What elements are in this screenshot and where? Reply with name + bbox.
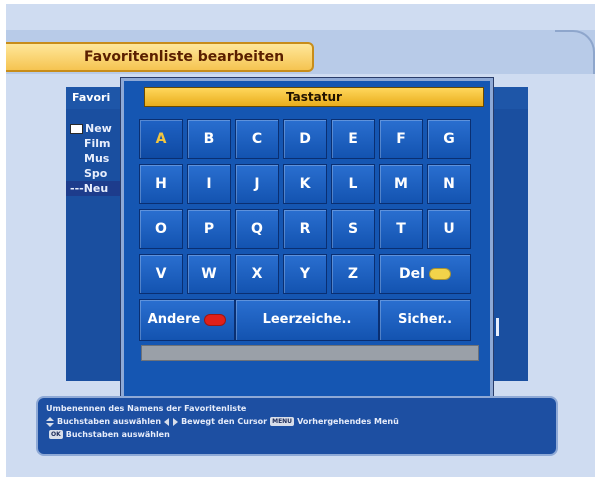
key-i[interactable]: I <box>187 164 231 204</box>
key-g[interactable]: G <box>427 119 471 159</box>
header-curve <box>555 30 595 74</box>
name-input-field[interactable] <box>141 345 479 361</box>
help-ok-action: Buchstaben auswählen <box>65 430 170 439</box>
keyboard-title: Tastatur <box>144 87 484 107</box>
key-s[interactable]: S <box>331 209 375 249</box>
other-chars-button[interactable]: Andere <box>139 299 235 341</box>
keyboard-dialog: Tastatur A B C D E F G H I J K L M N O P… <box>121 78 493 400</box>
menu-key-icon: MENU <box>270 417 295 426</box>
save-button[interactable]: Sicher.. <box>379 299 471 341</box>
key-n[interactable]: N <box>427 164 471 204</box>
ok-key-icon: OK <box>49 430 63 439</box>
key-h[interactable]: H <box>139 164 183 204</box>
key-e[interactable]: E <box>331 119 375 159</box>
key-z[interactable]: Z <box>331 254 375 294</box>
key-p[interactable]: P <box>187 209 231 249</box>
keyboard-action-row: Andere Leerzeiche.. Sicher.. <box>139 299 475 341</box>
key-b[interactable]: B <box>187 119 231 159</box>
menu-title: Favoritenliste bearbeiten <box>6 42 314 72</box>
key-k[interactable]: K <box>283 164 327 204</box>
key-r[interactable]: R <box>283 209 327 249</box>
key-q[interactable]: Q <box>235 209 279 249</box>
help-line-navigation: Buchstaben auswählen Bewegt den Cursor ME… <box>46 415 548 428</box>
key-a[interactable]: A <box>139 119 183 159</box>
favorites-header-right <box>488 87 528 109</box>
help-line-ok: OK Buchstaben auswählen <box>46 428 548 441</box>
list-item[interactable]: Film <box>66 136 124 151</box>
list-item[interactable]: New <box>66 121 124 136</box>
space-button[interactable]: Leerzeiche.. <box>235 299 379 341</box>
favorites-list[interactable]: New Film Mus Spo ---Neu <box>66 109 124 381</box>
key-y[interactable]: Y <box>283 254 327 294</box>
list-item[interactable]: Mus <box>66 151 124 166</box>
list-item[interactable]: Spo <box>66 166 124 181</box>
scroll-indicator <box>496 318 499 336</box>
red-button-icon <box>204 313 227 326</box>
key-v[interactable]: V <box>139 254 183 294</box>
help-previous-menu: Vorhergehendes Menü <box>297 417 399 426</box>
favorites-list-header: Favori <box>66 87 124 109</box>
key-m[interactable]: M <box>379 164 423 204</box>
favorites-list-right <box>488 109 528 381</box>
folder-icon <box>70 124 83 134</box>
left-right-arrow-icon <box>164 417 179 426</box>
key-t[interactable]: T <box>379 209 423 249</box>
help-select-letters: Buchstaben auswählen <box>57 417 162 426</box>
help-move-cursor: Bewegt den Cursor <box>181 417 268 426</box>
other-label: Andere <box>147 312 201 327</box>
list-item-selected[interactable]: ---Neu <box>66 181 124 196</box>
yellow-button-icon <box>428 268 451 280</box>
key-c[interactable]: C <box>235 119 279 159</box>
key-x[interactable]: X <box>235 254 279 294</box>
help-panel: Umbenennen des Namens der Favoritenliste… <box>36 396 558 456</box>
up-down-arrow-icon <box>46 416 54 427</box>
del-button[interactable]: Del <box>379 254 471 294</box>
key-f[interactable]: F <box>379 119 423 159</box>
key-w[interactable]: W <box>187 254 231 294</box>
key-u[interactable]: U <box>427 209 471 249</box>
key-o[interactable]: O <box>139 209 183 249</box>
key-j[interactable]: J <box>235 164 279 204</box>
help-title: Umbenennen des Namens der Favoritenliste <box>46 404 247 413</box>
key-d[interactable]: D <box>283 119 327 159</box>
del-label: Del <box>399 266 425 282</box>
key-l[interactable]: L <box>331 164 375 204</box>
